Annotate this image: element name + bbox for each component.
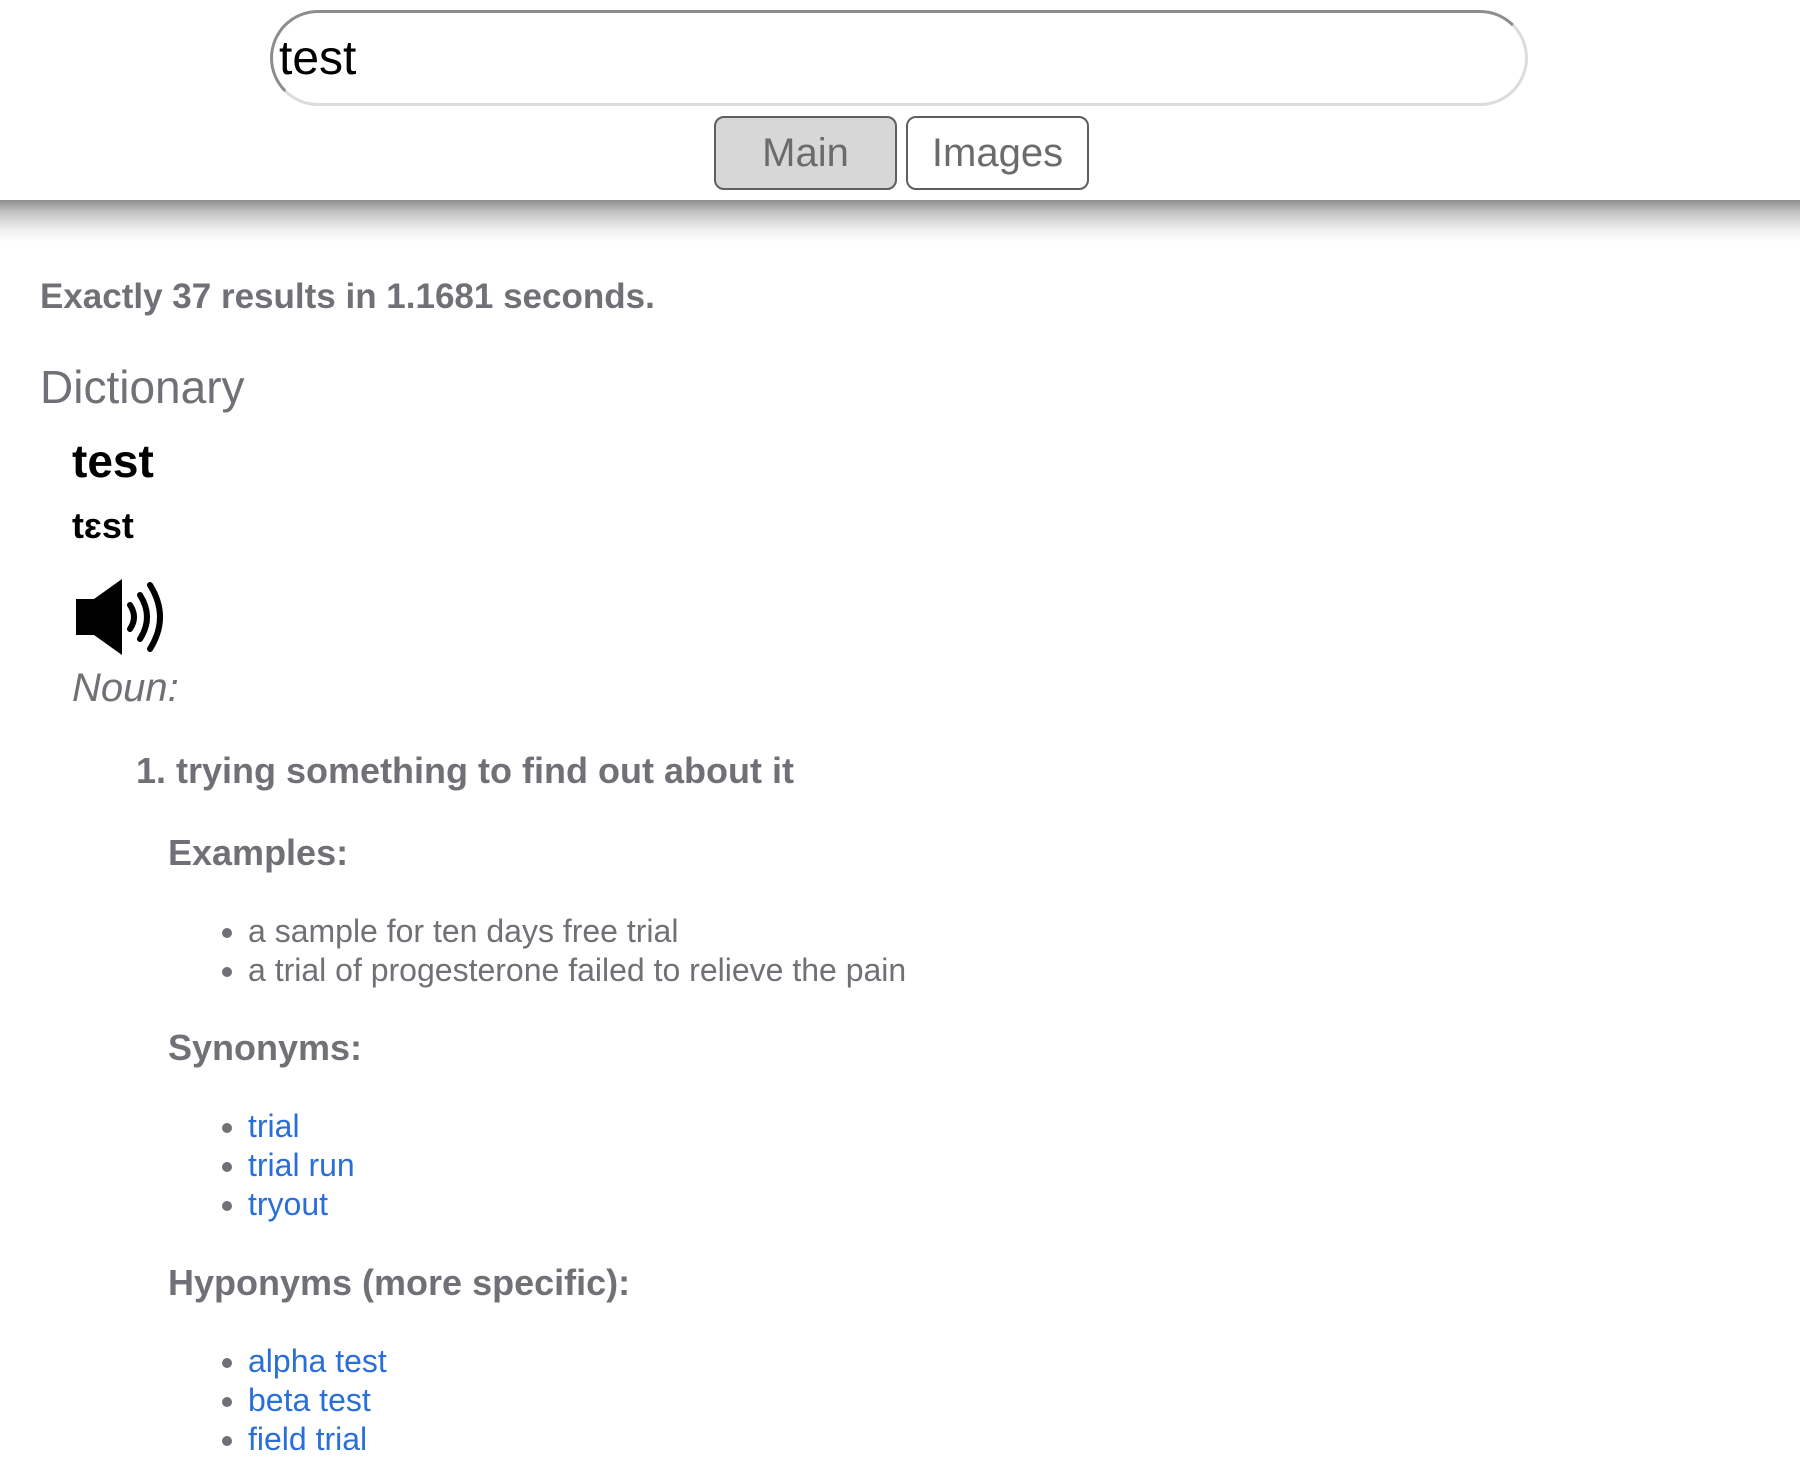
synonyms-list: trial trial run tryout (168, 1107, 355, 1224)
synonym-link[interactable]: trial run (248, 1147, 355, 1183)
synonym-item: trial run (248, 1146, 355, 1185)
speaker-icon[interactable] (74, 577, 174, 657)
hyponyms-heading: Hyponyms (more specific): (168, 1262, 631, 1303)
synonym-link[interactable]: trial (248, 1108, 300, 1144)
dictionary-section-title: Dictionary (40, 361, 245, 413)
hyponyms-list: alpha test beta test field trial (168, 1342, 387, 1459)
search-input[interactable] (279, 19, 1459, 97)
example-item: a sample for ten days free trial (248, 912, 906, 951)
hyponym-link[interactable]: beta test (248, 1382, 371, 1418)
synonym-item: tryout (248, 1185, 355, 1224)
example-item: a trial of progesterone failed to reliev… (248, 951, 906, 990)
hyponym-link[interactable]: alpha test (248, 1343, 387, 1379)
search-box[interactable] (270, 10, 1528, 106)
search-header: Main Images (0, 0, 1800, 200)
tab-main[interactable]: Main (714, 116, 897, 190)
results-stats: Exactly 37 results in 1.1681 seconds. (40, 277, 655, 316)
hyponym-link[interactable]: field trial (248, 1421, 367, 1457)
part-of-speech: Noun: (72, 666, 179, 710)
examples-list: a sample for ten days free trial a trial… (168, 912, 906, 990)
examples-heading: Examples: (168, 832, 349, 873)
synonym-link[interactable]: tryout (248, 1186, 328, 1222)
hyponym-item: beta test (248, 1381, 387, 1420)
synonyms-heading: Synonyms: (168, 1027, 363, 1068)
dictionary-word: test (72, 435, 154, 487)
tab-images[interactable]: Images (906, 116, 1089, 190)
header-shadow (0, 200, 1800, 242)
phonetic-transcription: tɛst (72, 505, 134, 546)
definition: 1. trying something to find out about it (136, 750, 794, 791)
synonym-item: trial (248, 1107, 355, 1146)
hyponym-item: field trial (248, 1420, 387, 1459)
hyponym-item: alpha test (248, 1342, 387, 1381)
